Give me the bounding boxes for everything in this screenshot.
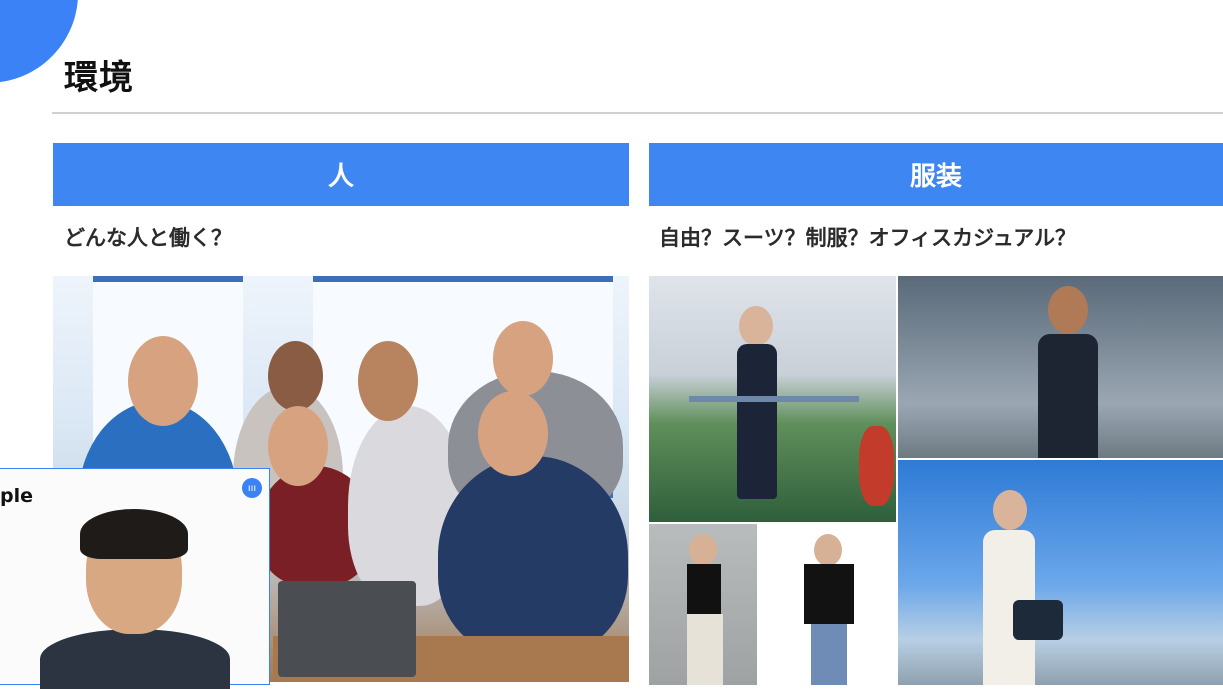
business-suit-photo	[649, 276, 896, 522]
title-divider	[52, 112, 1223, 114]
speaking-indicator-icon: ııı	[242, 478, 262, 498]
casual-outfit-photo-2	[759, 524, 896, 685]
participant-name: ple	[0, 485, 33, 507]
page-title: 環境	[64, 50, 134, 99]
uniform-photo	[898, 276, 1223, 458]
column-subtitle-attire: 自由？スーツ？制服？オフィスカジュアル？	[659, 222, 1076, 252]
column-header-people: 人	[53, 143, 629, 206]
webcam-overlay[interactable]: ple ııı	[0, 468, 270, 685]
column-header-attire: 服装	[649, 143, 1223, 206]
casual-outfit-photo-1	[649, 524, 757, 685]
office-casual-photo	[898, 460, 1223, 685]
column-subtitle-people: どんな人と働く？	[64, 222, 232, 252]
participant-video	[40, 629, 230, 689]
